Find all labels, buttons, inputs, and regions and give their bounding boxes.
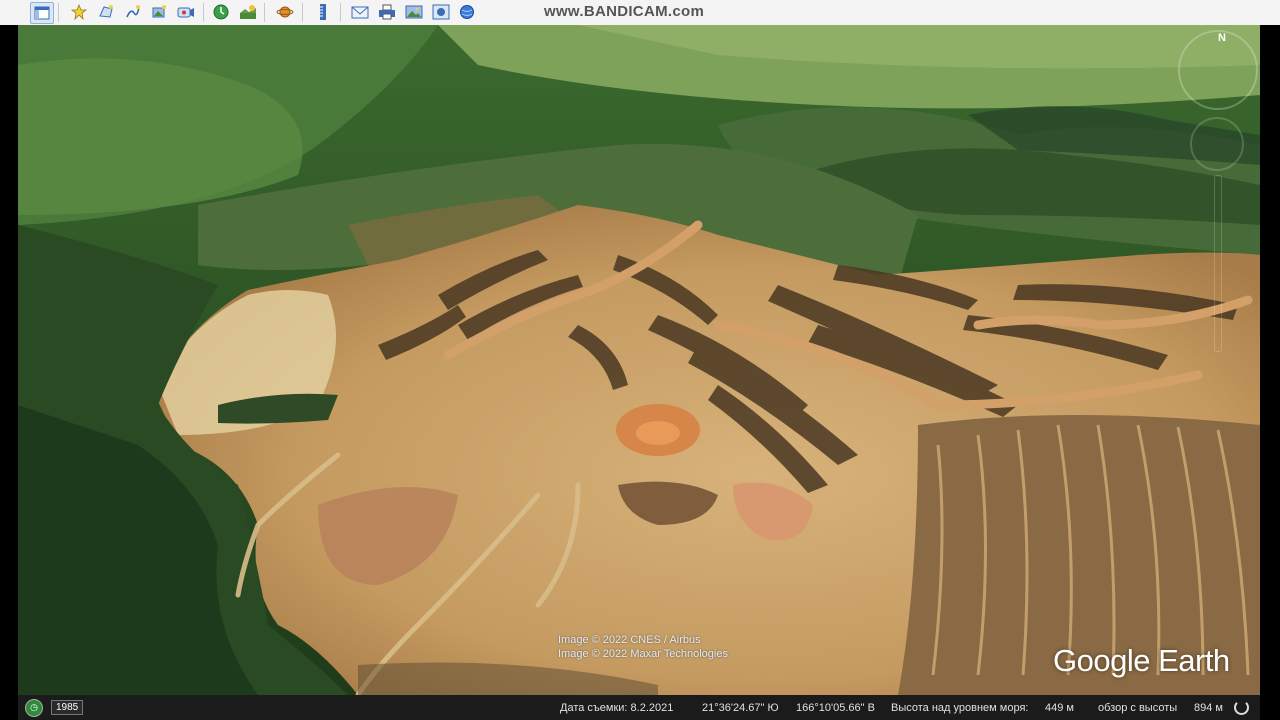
historical-imagery-button[interactable] [210, 2, 232, 22]
satellite-terrain-image [18, 25, 1260, 695]
email-icon [351, 6, 369, 19]
ruler-button[interactable] [312, 2, 334, 22]
record-tour-button[interactable] [175, 2, 197, 22]
print-button[interactable] [376, 2, 398, 22]
elevation-label: Высота над уровнем моря: [891, 702, 1029, 714]
add-image-overlay-icon [152, 5, 166, 18]
add-path-button[interactable] [122, 2, 144, 22]
globe-icon [460, 5, 474, 19]
history-controls: ◷ 1985 [18, 695, 84, 720]
longitude-readout: 166°10'05.66" В [796, 702, 875, 714]
left-border [0, 25, 18, 720]
email-button[interactable] [349, 2, 371, 22]
sidebar-toggle-button[interactable] [30, 2, 54, 24]
view-in-maps-icon [432, 4, 450, 20]
sunlight-icon [240, 5, 256, 19]
add-path-icon [126, 5, 140, 18]
add-placemark-button[interactable] [68, 2, 90, 22]
elevation-value: 449 м [1045, 702, 1074, 714]
toolbar: www.BANDICAM.com [0, 0, 1280, 26]
google-earth-logo: Google Earth [1053, 643, 1230, 678]
compass-north-label: N [1218, 32, 1226, 44]
record-tour-icon [177, 7, 194, 18]
add-polygon-button[interactable] [95, 2, 117, 22]
imagery-attribution: Image © 2022 CNES / Airbus Image © 2022 … [558, 633, 728, 661]
sidebar-toggle-icon [34, 6, 50, 20]
add-placemark-icon [71, 4, 87, 20]
add-polygon-icon [99, 5, 113, 18]
bandicam-watermark: www.BANDICAM.com [544, 3, 705, 20]
right-border [1260, 25, 1280, 720]
save-image-button[interactable] [403, 2, 425, 22]
historical-imagery-icon [213, 4, 229, 20]
add-image-overlay-button[interactable] [148, 2, 170, 22]
latitude-readout: 21°36'24.67" Ю [702, 702, 779, 714]
view-in-maps-extra-button[interactable] [456, 2, 478, 22]
map-viewport[interactable]: Image © 2022 CNES / Airbus Image © 2022 … [18, 25, 1260, 695]
imagery-date: Дата съемки: 8.2.2021 [560, 702, 674, 714]
zoom-slider[interactable] [1214, 175, 1222, 352]
print-icon [379, 4, 395, 20]
eye-altitude-value: 894 м [1194, 702, 1223, 714]
sunlight-button[interactable] [237, 2, 259, 22]
pan-control[interactable] [1190, 117, 1244, 171]
ruler-icon [320, 4, 326, 20]
loading-spinner-icon [1234, 700, 1249, 715]
save-image-icon [405, 5, 423, 19]
planets-icon [276, 6, 294, 18]
imagery-year-box[interactable]: 1985 [51, 700, 84, 715]
planets-button[interactable] [274, 2, 296, 22]
status-bar: ◷ 1985 Дата съемки: 8.2.2021 21°36'24.67… [18, 695, 1260, 720]
historical-imagery-clock-icon[interactable]: ◷ [25, 698, 43, 717]
attribution-line-2: Image © 2022 Maxar Technologies [558, 648, 728, 660]
view-in-maps-button[interactable] [430, 2, 452, 22]
google-earth-window: www.BANDICAM.com Image © 2022 CNES / Air… [0, 0, 1280, 720]
attribution-line-1: Image © 2022 CNES / Airbus [558, 634, 701, 646]
eye-altitude-label: обзор с высоты [1098, 702, 1178, 714]
